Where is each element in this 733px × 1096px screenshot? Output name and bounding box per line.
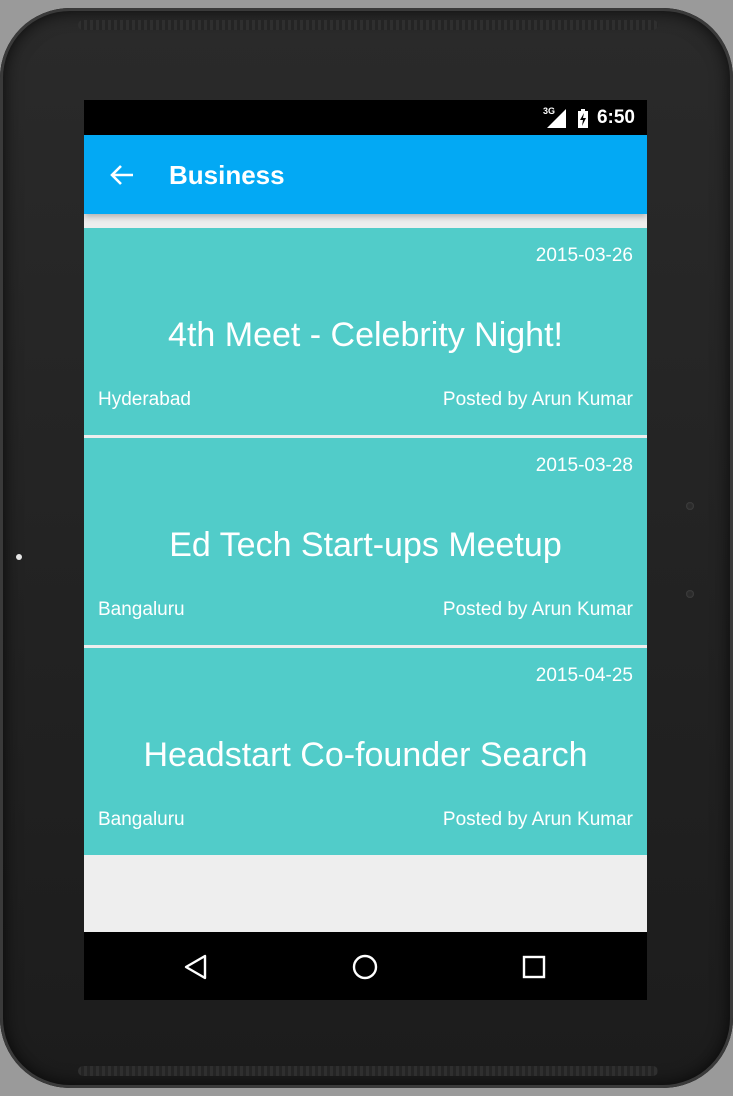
side-sensor-dot [686,590,694,598]
top-speaker-grill [78,20,658,30]
event-date: 2015-04-25 [535,665,633,686]
page-title: Business [169,160,285,190]
event-title: 4th Meet - Celebrity Night! [168,316,563,354]
nav-recents-button[interactable] [517,950,551,984]
event-date: 2015-03-28 [535,455,633,476]
signal-icon: 3G [543,106,567,129]
device-screen: 3G 6:50 Business 2015-03-26 4th Meet - C… [84,100,647,1000]
nav-back-button[interactable] [179,950,213,984]
triangle-back-icon [184,954,207,980]
event-author: Posted by Arun Kumar [442,809,633,830]
event-date: 2015-03-26 [535,245,633,266]
event-city: Bangaluru [98,599,185,620]
nav-home-button[interactable] [348,950,382,984]
bottom-speaker-grill [78,1066,658,1076]
event-city: Hyderabad [98,389,191,410]
event-card[interactable]: 2015-03-28 Ed Tech Start-ups Meetup Bang… [84,438,647,645]
square-recents-icon [522,955,546,979]
status-bar: 3G 6:50 [84,100,647,135]
side-sensor-dot [686,502,694,510]
battery-charging-icon [577,109,588,128]
event-author: Posted by Arun Kumar [442,389,633,410]
arrow-left-icon [110,165,133,185]
event-card[interactable]: 2015-03-26 4th Meet - Celebrity Night! H… [84,228,647,435]
system-nav-bar [84,932,647,1000]
back-button[interactable] [104,157,140,193]
event-list: 2015-03-26 4th Meet - Celebrity Night! H… [84,228,647,858]
front-camera [16,554,22,560]
event-title: Ed Tech Start-ups Meetup [169,526,562,564]
circle-home-icon [352,954,378,980]
event-title: Headstart Co-founder Search [143,736,588,774]
event-card[interactable]: 2015-04-25 Headstart Co-founder Search B… [84,648,647,855]
event-city: Bangaluru [98,809,185,830]
app-bar: Business [84,135,647,214]
event-author: Posted by Arun Kumar [442,599,633,620]
clock: 6:50 [596,107,635,128]
